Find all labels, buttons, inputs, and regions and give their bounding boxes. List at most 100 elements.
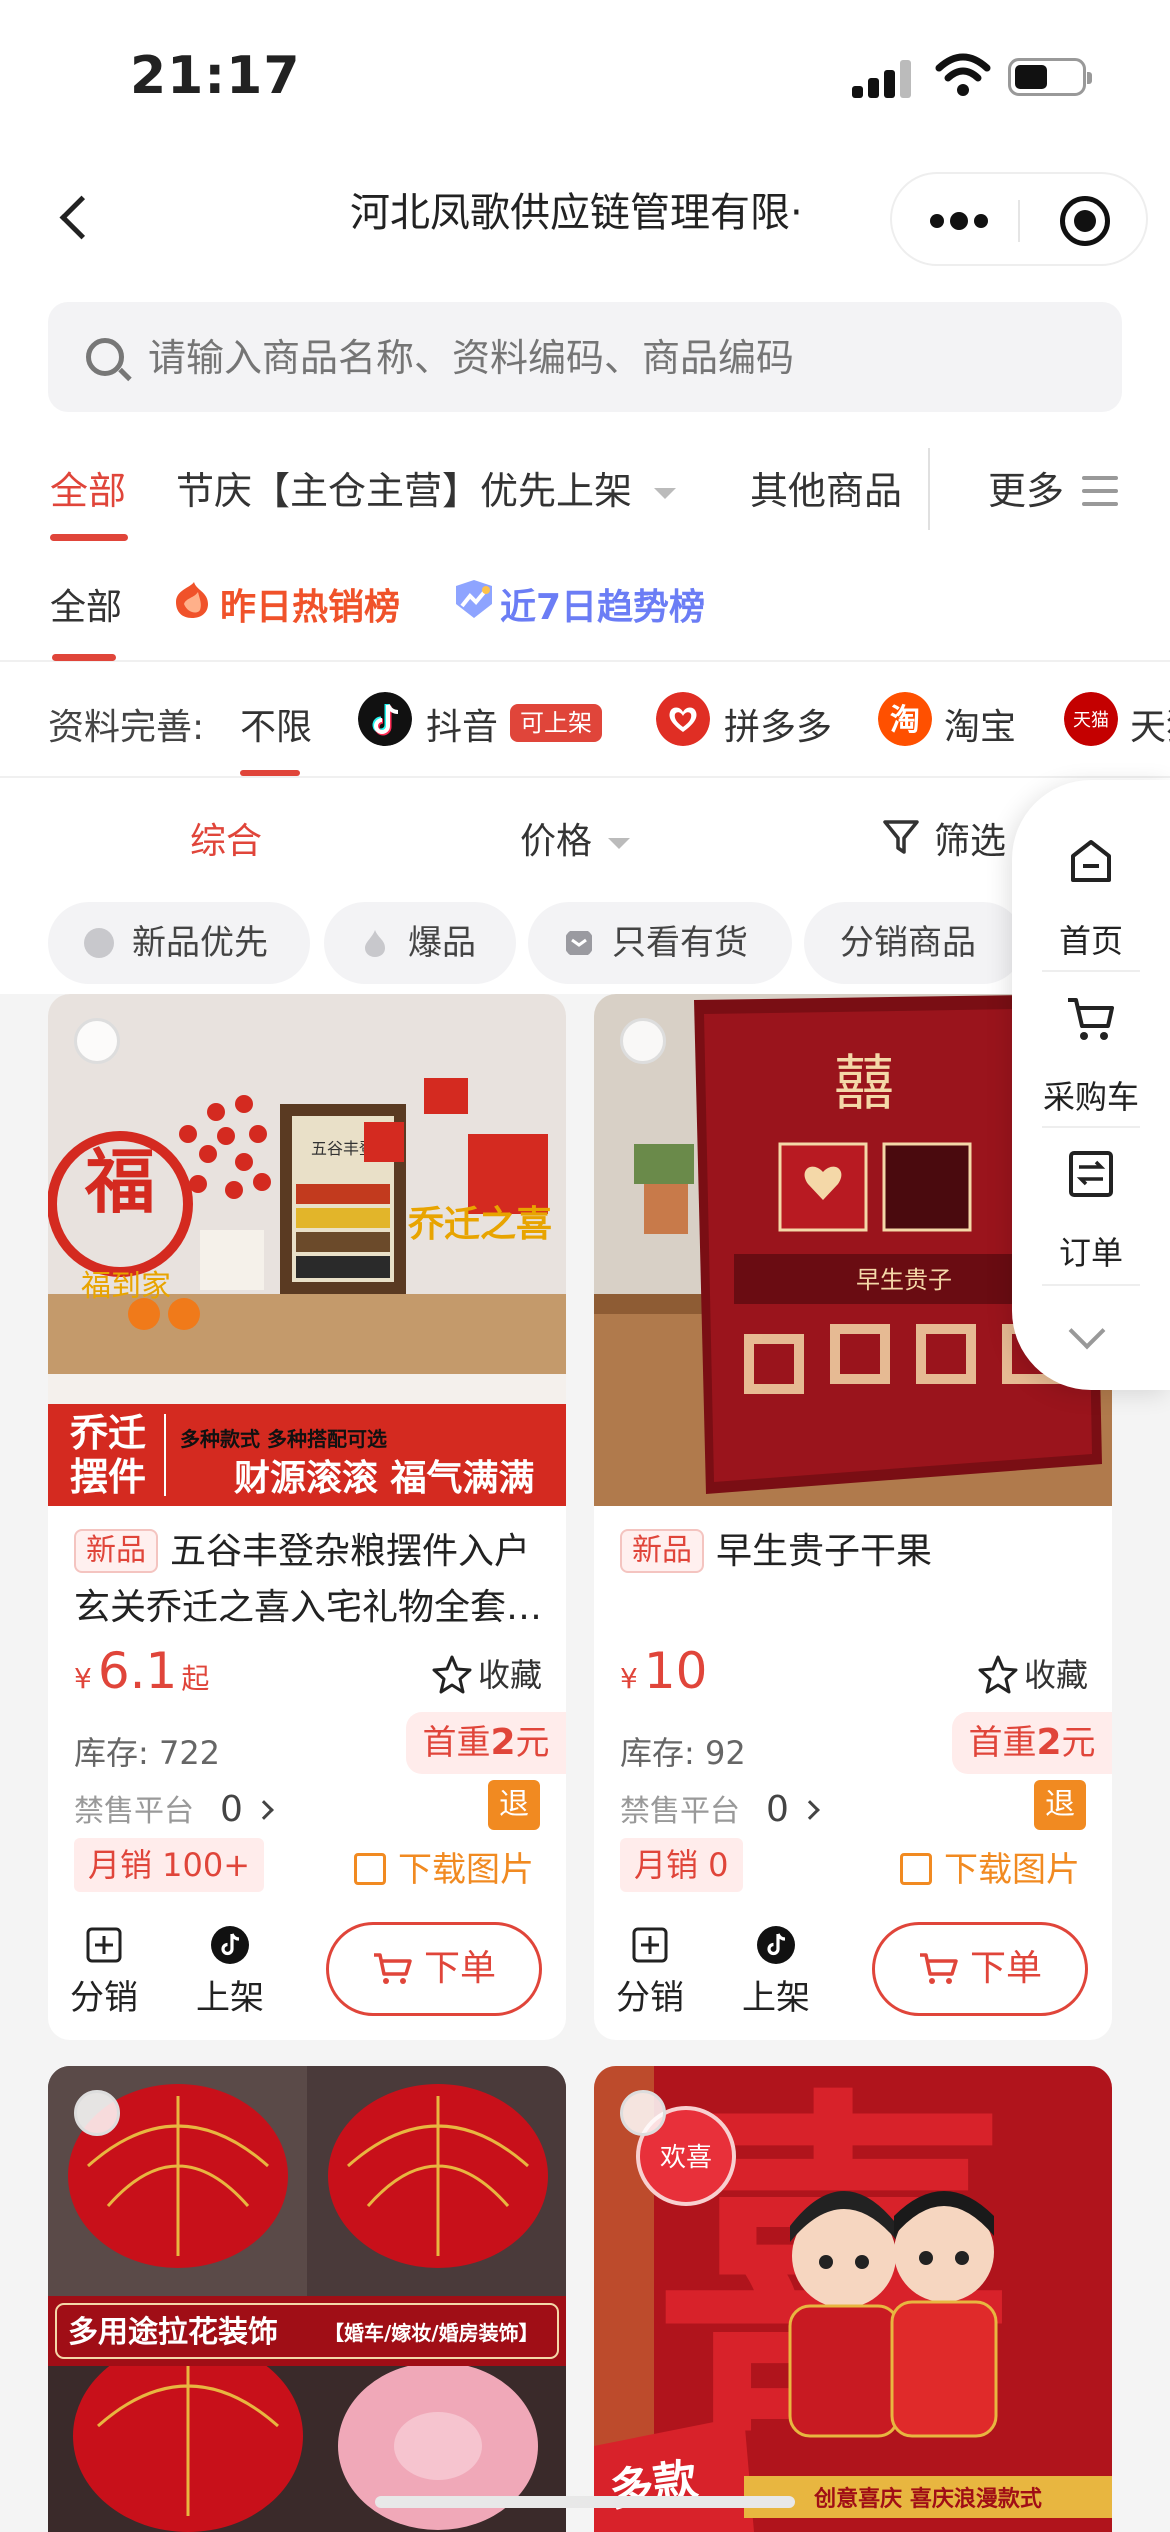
image-icon [900,1853,932,1885]
chip-new-first[interactable]: 新品优先 [48,902,310,984]
product-image[interactable]: 喜 欢喜 多款 创意喜庆 喜庆浪漫款式 [594,2066,1112,2532]
order-button[interactable]: 下单 [326,1922,542,2016]
cart-icon [1068,998,1114,1040]
douyin-icon[interactable] [358,692,412,746]
caret-down-icon [654,488,677,499]
side-cart[interactable]: 采购车 [1012,990,1170,1140]
filter-icon[interactable] [882,818,920,856]
chip-hot[interactable]: 爆品 [324,902,516,984]
stock-label: 库存: 92 [620,1734,746,1772]
cart-icon [919,1953,958,1984]
select-checkbox[interactable] [620,1018,666,1064]
category-tabs: 全部 节庆【主仓主营】优先上架 其他商品 更多 [0,430,1170,550]
flame-icon [365,930,385,957]
search-box[interactable] [48,302,1122,412]
product-title[interactable]: 新品 早生贵子干果 [620,1524,1090,1580]
chip-distribution[interactable]: 分销商品 [804,902,1024,984]
side-orders[interactable]: 订单 [1012,1146,1170,1296]
svg-text:淘: 淘 [890,703,920,738]
home-icon [1071,840,1111,882]
platform-tmall[interactable]: 天猫 [1130,698,1170,750]
favorite-button[interactable]: 收藏 [432,1650,542,1696]
menu-icon[interactable] [1082,476,1118,506]
select-checkbox[interactable] [620,2090,666,2136]
order-button[interactable]: 下单 [872,1922,1088,2016]
back-button[interactable] [48,180,108,250]
refund-badge: 退 [488,1780,540,1830]
image-icon [354,1853,386,1885]
order-icon [1069,1151,1113,1197]
svg-text:天猫: 天猫 [1073,710,1109,731]
chevron-down-icon[interactable] [1068,1312,1106,1350]
tab-all[interactable]: 全部 [50,460,126,515]
page-title: 河北凤歌供应链管理有限· [350,190,803,236]
product-card[interactable]: 福 福到家 五谷丰登 乔迁之喜 乔迁 摆件 多种款式 多种搭配可选 财源滚滚 福… [48,994,566,2040]
floating-side-menu: 首页 采购车 订单 [1012,780,1170,1390]
caret-down-icon [608,837,631,849]
tab-other[interactable]: 其他商品 [750,460,902,515]
new-badge: 新品 [620,1529,704,1573]
new-icon [84,928,114,958]
can-list-tag: 可上架 [510,704,602,742]
fu-text: 福 [84,1140,155,1223]
platform-pinduoduo[interactable]: 拼多多 [724,698,832,750]
sort-comprehensive[interactable]: 综合 [190,812,262,864]
line-text: 早生贵子 [856,1266,952,1294]
refund-badge: 退 [1034,1780,1086,1830]
sort-filter[interactable]: 筛选 [934,812,1006,864]
tab-festival[interactable]: 节庆【主仓主营】优先上架 [176,460,677,515]
image-small-text: 多种款式 多种搭配可选 [180,1427,387,1451]
product-image[interactable]: 多用途拉花装饰 【婚车/嫁妆/婚房装饰】 [48,2066,566,2532]
side-home[interactable]: 首页 [1012,834,1170,984]
favorite-button[interactable]: 收藏 [978,1650,1088,1696]
rank-tab-trend[interactable]: 近7日趋势榜 [500,578,705,630]
chip-in-stock[interactable]: 只看有货 [528,902,792,984]
banned-platforms[interactable]: 禁售平台 0 [620,1786,820,1830]
xi-text: 囍 [834,1049,894,1119]
distribute-button[interactable]: 分销 [610,1926,690,2019]
platform-douyin[interactable]: 抖音 [426,698,498,750]
home-indicator [375,2496,795,2508]
product-price: ¥10 [620,1642,708,1700]
list-to-douyin-button[interactable]: 上架 [190,1926,270,2019]
tab-active-indicator [50,534,128,541]
slogan-text: 财源滚滚 福气满满 [234,1458,535,1499]
flame-icon [176,582,208,618]
banned-platforms[interactable]: 禁售平台 0 [74,1786,274,1830]
first-weight-price: 首重2元 [952,1712,1112,1774]
signal-icon [852,58,914,98]
sort-price[interactable]: 价格 [520,812,631,864]
search-input[interactable] [148,330,1088,386]
distribute-button[interactable]: 分销 [64,1926,144,2019]
taobao-icon[interactable]: 淘 [878,692,932,746]
joy-small-text: 欢喜 [660,2143,712,2173]
tmall-icon[interactable]: 天猫 [1064,692,1118,746]
product-image[interactable]: 福 福到家 五谷丰登 乔迁之喜 乔迁 摆件 多种款式 多种搭配可选 财源滚滚 福… [48,994,566,1506]
platform-taobao[interactable]: 淘宝 [944,698,1016,750]
rank-tab-hot[interactable]: 昨日热销榜 [220,578,400,630]
banner-text: 多用途拉花装饰 [68,2315,278,2350]
product-card[interactable]: 多用途拉花装饰 【婚车/嫁妆/婚房装饰】 [48,2066,566,2532]
chevron-right-icon [800,1800,820,1820]
platform-filter-label: 资料完善: [48,707,205,748]
new-badge: 新品 [74,1529,158,1573]
product-title[interactable]: 新品 五谷丰登杂粮摆件入户玄关乔迁之喜入宅礼物全套… [74,1524,544,1636]
fu-sub-text: 福到家 [81,1269,171,1304]
select-checkbox[interactable] [74,2090,120,2136]
cart-icon [373,1953,412,1984]
download-images-button[interactable]: 下载图片 [354,1842,534,1891]
list-to-douyin-button[interactable]: 上架 [736,1926,816,2019]
nav-bar: 河北凤歌供应链管理有限· [0,150,1170,290]
pinduoduo-icon[interactable] [656,692,710,746]
platform-all[interactable]: 不限 [240,698,312,750]
plus-square-icon [86,1927,122,1963]
monthly-sales: 月销 0 [620,1838,743,1892]
product-card[interactable]: 喜 欢喜 多款 创意喜庆 喜庆浪漫款式 [594,2066,1112,2532]
rank-tab-all[interactable]: 全部 [50,578,122,630]
close-mini-program-icon[interactable] [1060,196,1110,246]
download-images-button[interactable]: 下载图片 [900,1842,1080,1891]
select-checkbox[interactable] [74,1018,120,1064]
douyin-icon [211,1926,249,1964]
tab-more[interactable]: 更多 [988,460,1064,515]
more-icon[interactable] [930,212,988,230]
